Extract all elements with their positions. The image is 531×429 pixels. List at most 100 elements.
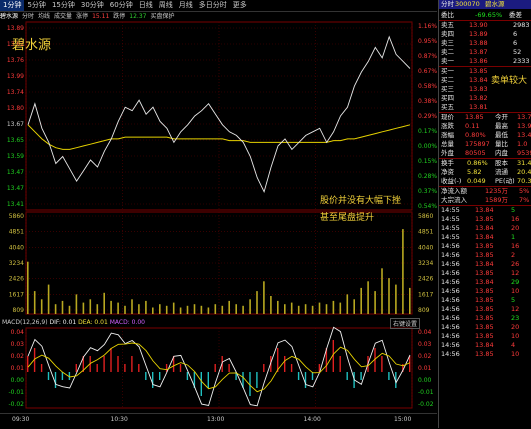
- macd-hist-bar: [304, 372, 307, 388]
- volume-bar: [33, 291, 36, 314]
- quote-label: 最高: [495, 122, 508, 130]
- volume-bar: [360, 287, 362, 314]
- axis-tick-label: 0.58%: [418, 83, 437, 90]
- axis-tick-label: 13.47: [7, 169, 24, 176]
- volume-bar: [325, 304, 328, 314]
- volume-bar: [353, 299, 355, 314]
- stat-value: 0.86%: [467, 159, 488, 167]
- volume-bar: [367, 281, 369, 314]
- macd-hist-bar: [207, 372, 209, 388]
- macd-settings-button[interactable]: 右键设置: [390, 318, 421, 329]
- volume-bar: [165, 305, 168, 314]
- ask-volume: 2333: [513, 57, 530, 65]
- tick-row: 14:56 13.85 12: [439, 269, 531, 278]
- macd-dif: DIF: 0.01: [49, 319, 77, 326]
- volume-bar: [152, 307, 154, 314]
- tick-time: 14:55: [441, 233, 460, 241]
- tick-row: 14:55 13.84 20: [439, 224, 531, 233]
- macd-hist-bar: [284, 356, 286, 372]
- volume-bar: [27, 261, 29, 314]
- ask-price: 13.88: [469, 39, 488, 47]
- tick-price: 13.84: [475, 260, 494, 268]
- quote-row: 总量 175897 量比 1.0: [439, 140, 531, 149]
- tick-volume: 1: [511, 233, 516, 241]
- ask-volume: 6: [513, 39, 518, 47]
- volume-bar: [103, 292, 105, 314]
- flow-row: 净流入额 1235万 5%: [439, 187, 531, 196]
- axis-tick-label: 13.67: [7, 121, 24, 128]
- stat-label: 流通: [495, 168, 508, 176]
- ask-row: 卖四 13.89 6: [439, 30, 531, 39]
- bid-row: 买三 13.83: [439, 85, 531, 94]
- volume-bar: [304, 304, 307, 314]
- axis-tick-label: 0.28%: [418, 173, 437, 180]
- macd-hist-bar: [186, 372, 189, 380]
- ask-label: 卖四: [441, 30, 454, 38]
- volume-bar: [54, 304, 57, 314]
- weibi-label: 委比: [441, 11, 454, 19]
- tick-volume: 4: [511, 341, 516, 349]
- tick-time: 14:55: [441, 215, 460, 223]
- bid-price: 13.81: [469, 103, 488, 111]
- tick-row: 14:56 13.85 10: [439, 287, 531, 296]
- axis-tick-label: -0.02: [418, 401, 434, 408]
- flow-value: 1589万: [485, 196, 509, 204]
- axis-tick-label: 13.76: [7, 57, 24, 64]
- stat-row: 净资 5.82 流通 20.4: [439, 168, 531, 177]
- axis-tick-label: 0.02: [418, 353, 432, 360]
- ask-label: 卖二: [441, 48, 454, 56]
- ask-row: 卖五 13.90 2983: [439, 21, 531, 30]
- stat-label: PE(动): [495, 177, 515, 185]
- volume-bar: [297, 305, 300, 314]
- tick-row: 14:56 13.85 5: [439, 296, 531, 305]
- quote-value: 175897: [465, 140, 490, 148]
- time-axis-bar: 09:30 10:30 13:00 14:00 15:00: [0, 413, 437, 429]
- tick-volume: 12: [511, 305, 520, 313]
- axis-tick-label: 0.67%: [418, 68, 437, 75]
- macd-hist-bar: [131, 356, 133, 372]
- axis-tick-label: 0.04: [11, 329, 25, 336]
- macd-hist-bar: [103, 356, 105, 372]
- volume-bar: [40, 299, 43, 314]
- volume-bar: [82, 302, 85, 314]
- volume-bar: [381, 268, 383, 314]
- stat-row: 收益(-) 0.049 PE(动) 70.3: [439, 177, 531, 186]
- time-axis-label: 14:00: [303, 416, 321, 423]
- quote-label: 今开: [495, 113, 508, 121]
- tick-volume: 5: [511, 296, 516, 304]
- tick-price: 13.85: [475, 350, 494, 358]
- volume-bar: [395, 284, 397, 314]
- axis-tick-label: 1.16%: [418, 23, 437, 30]
- quote-row: 涨幅 0.80% 最低 13.4: [439, 131, 531, 140]
- macd-hist-bar: [360, 372, 362, 380]
- bid-price: 13.83: [469, 85, 488, 93]
- tick-row: 14:56 13.84 29: [439, 278, 531, 287]
- macd-hist-bar: [214, 364, 216, 372]
- axis-tick-label: 809: [418, 307, 430, 314]
- tick-row: 14:55 13.85 16: [439, 215, 531, 224]
- tick-volume: 10: [511, 350, 520, 358]
- volume-bar: [179, 307, 182, 314]
- flow-pct: 7%: [519, 196, 530, 204]
- quote-label: 量比: [495, 140, 508, 148]
- volume-bar: [186, 305, 189, 314]
- tick-time: 14:56: [441, 332, 460, 340]
- quote-row: 涨跌 0.11 最高 13.9: [439, 122, 531, 131]
- volume-bar: [409, 287, 411, 314]
- ask-row: 卖一 13.86 2333: [439, 57, 531, 66]
- bid-label: 买二: [441, 76, 454, 84]
- quote-row: 外盘 80505 内盘 9539: [439, 149, 531, 158]
- volume-bar: [47, 284, 50, 314]
- quote-label: 内盘: [495, 149, 508, 157]
- volume-bar: [124, 305, 126, 314]
- tick-time: 14:56: [441, 305, 460, 313]
- volume-bar: [138, 304, 140, 314]
- tick-price: 13.85: [475, 323, 494, 331]
- flow-value: 1235万: [485, 187, 509, 195]
- axis-tick-label: 0.00: [11, 377, 25, 384]
- axis-tick-label: 0.02: [11, 353, 25, 360]
- tick-volume: 16: [511, 242, 520, 250]
- volume-bar: [256, 291, 258, 314]
- axis-tick-label: 2426: [418, 276, 433, 283]
- stat-value: 31.4: [517, 159, 531, 167]
